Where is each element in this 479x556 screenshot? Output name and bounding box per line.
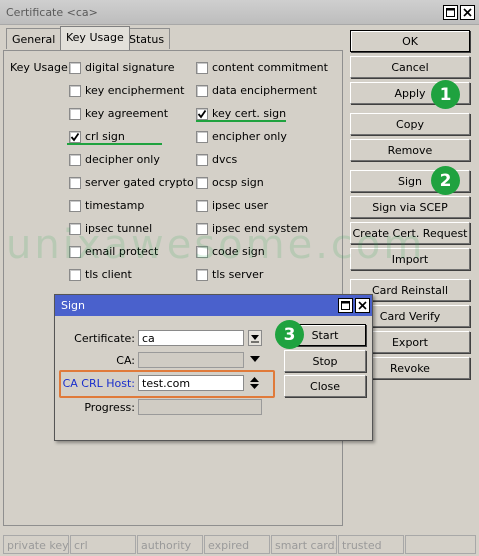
checkbox-email-protect[interactable] — [69, 246, 81, 258]
checkbox-label-data-encipherment[interactable]: data encipherment — [212, 84, 317, 97]
ca-label: CA: — [116, 354, 135, 367]
checkbox-label-dvcs[interactable]: dvcs — [212, 153, 237, 166]
checkbox-encipher-only[interactable] — [196, 131, 208, 143]
key-usage-panel — [3, 50, 343, 526]
remove-button[interactable]: Remove — [350, 139, 470, 161]
sign-dialog: Sign Certificate: ca CA: CA CRL Host: te… — [54, 294, 373, 441]
close-icon — [358, 301, 367, 310]
maximize-button[interactable] — [443, 5, 458, 20]
combo-dropdown-icon — [251, 335, 259, 343]
spinner-arrows-icon[interactable] — [249, 375, 260, 391]
checkbox-label-encipher-only[interactable]: encipher only — [212, 130, 287, 143]
checkbox-label-ipsec-end-system[interactable]: ipsec end system — [212, 222, 308, 235]
checkbox-label-crl-sign[interactable]: crl sign — [85, 130, 125, 143]
progress-label: Progress: — [84, 401, 135, 414]
checkbox-label-digital-signature[interactable]: digital signature — [85, 61, 175, 74]
checkbox-timestamp[interactable] — [69, 200, 81, 212]
checkbox-data-encipherment[interactable] — [196, 85, 208, 97]
checkbox-ocsp-sign[interactable] — [196, 177, 208, 189]
create-cert-request-button[interactable]: Create Cert. Request — [350, 222, 470, 244]
checkbox-label-key-encipherment[interactable]: key encipherment — [85, 84, 184, 97]
checkbox-dvcs[interactable] — [196, 154, 208, 166]
crl-sign-highlight — [67, 143, 162, 145]
checkbox-label-tls-client[interactable]: tls client — [85, 268, 132, 281]
checkbox-label-tls-server[interactable]: tls server — [212, 268, 263, 281]
status-crl: crl — [70, 535, 136, 554]
checkbox-decipher-only[interactable] — [69, 154, 81, 166]
cancel-button[interactable]: Cancel — [350, 56, 470, 78]
checkbox-label-key-cert-sign[interactable]: key cert. sign — [212, 107, 286, 120]
close-window-button[interactable] — [460, 5, 475, 20]
tab-general[interactable]: General — [6, 28, 62, 49]
checkbox-ipsec-end-system[interactable] — [196, 223, 208, 235]
checkbox-label-timestamp[interactable]: timestamp — [85, 199, 144, 212]
checkbox-label-code-sign[interactable]: code sign — [212, 245, 265, 258]
checkbox-label-content-commitment[interactable]: content commitment — [212, 61, 328, 74]
certificate-label: Certificate: — [74, 332, 135, 345]
checkbox-crl-sign[interactable] — [69, 131, 81, 143]
tab-key-usage[interactable]: Key Usage — [60, 26, 130, 50]
certificate-dropdown-button[interactable] — [248, 330, 262, 346]
dialog-maximize-button[interactable] — [338, 298, 353, 313]
checkbox-label-ocsp-sign[interactable]: ocsp sign — [212, 176, 264, 189]
checkbox-digital-signature[interactable] — [69, 62, 81, 74]
checkbox-label-key-agreement[interactable]: key agreement — [85, 107, 168, 120]
window-title: Certificate <ca> — [6, 6, 98, 19]
checkbox-label-ipsec-user[interactable]: ipsec user — [212, 199, 268, 212]
maximize-icon — [446, 8, 455, 17]
step-badge-2: 2 — [431, 166, 460, 195]
copy-button[interactable]: Copy — [350, 113, 470, 135]
checkbox-server-gated-crypto[interactable] — [69, 177, 81, 189]
checkmark-icon — [70, 132, 80, 142]
checkbox-tls-server[interactable] — [196, 269, 208, 281]
stop-button[interactable]: Stop — [284, 350, 366, 372]
key-cert-sign-highlight — [196, 120, 286, 122]
checkbox-tls-client[interactable] — [69, 269, 81, 281]
checkbox-label-decipher-only[interactable]: decipher only — [85, 153, 160, 166]
dialog-close-button[interactable] — [355, 298, 370, 313]
status-private-key: private key — [3, 535, 69, 554]
status-expired: expired — [204, 535, 270, 554]
checkbox-label-server-gated-crypto[interactable]: server gated crypto — [85, 176, 194, 189]
key-usage-label: Key Usage: — [10, 61, 72, 74]
sign-dialog-titlebar: Sign — [55, 295, 372, 316]
close-icon — [463, 8, 472, 17]
checkbox-key-cert-sign[interactable] — [196, 108, 208, 120]
ca-crl-host-label: CA CRL Host: — [62, 377, 135, 390]
sign-dialog-title: Sign — [61, 299, 85, 312]
sign-via-scep-button[interactable]: Sign via SCEP — [350, 196, 470, 218]
checkbox-ipsec-user[interactable] — [196, 200, 208, 212]
step-badge-3: 3 — [275, 320, 304, 349]
step-badge-1: 1 — [431, 80, 460, 109]
status-smart-card: smart card... — [271, 535, 337, 554]
checkbox-label-ipsec-tunnel[interactable]: ipsec tunnel — [85, 222, 152, 235]
window-titlebar: Certificate <ca> — [0, 0, 479, 25]
chevron-down-icon[interactable] — [250, 356, 260, 364]
checkmark-icon — [197, 109, 207, 119]
checkbox-label-email-protect[interactable]: email protect — [85, 245, 158, 258]
checkbox-content-commitment[interactable] — [196, 62, 208, 74]
checkbox-key-agreement[interactable] — [69, 108, 81, 120]
certificate-select[interactable]: ca — [138, 330, 244, 346]
ok-button[interactable]: OK — [350, 30, 470, 52]
checkbox-key-encipherment[interactable] — [69, 85, 81, 97]
checkbox-code-sign[interactable] — [196, 246, 208, 258]
progress-field — [138, 399, 262, 415]
status-empty — [405, 535, 476, 554]
checkbox-ipsec-tunnel[interactable] — [69, 223, 81, 235]
tab-status[interactable]: Status — [123, 28, 171, 49]
maximize-icon — [341, 301, 350, 310]
ca-select[interactable] — [138, 352, 244, 368]
ca-crl-host-input[interactable]: test.com — [138, 375, 244, 391]
dialog-close-action-button[interactable]: Close — [284, 375, 366, 397]
import-button[interactable]: Import — [350, 248, 470, 270]
status-trusted: trusted — [338, 535, 404, 554]
status-authority: authority — [137, 535, 203, 554]
